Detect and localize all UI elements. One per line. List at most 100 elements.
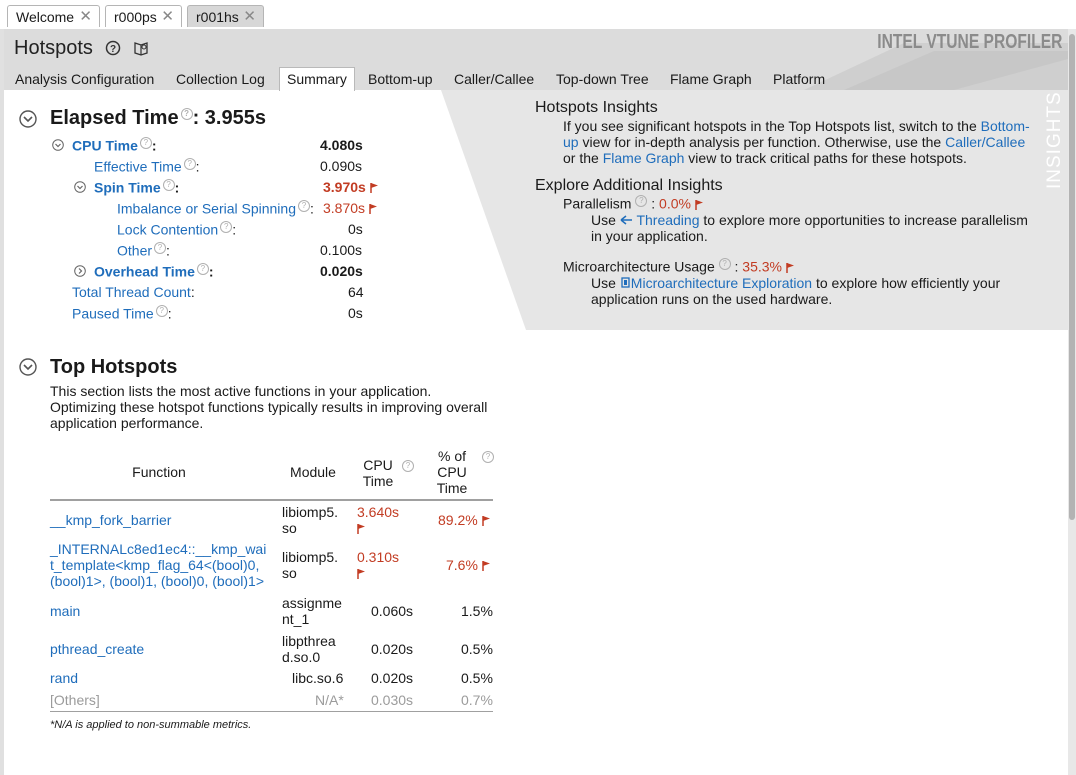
svg-text:?: ? (110, 44, 116, 55)
microarchitecture-link[interactable]: Microarchitecture Exploration (620, 275, 812, 291)
help-icon[interactable]: ? (183, 158, 196, 170)
caller-callee-link[interactable]: Caller/Callee (945, 134, 1025, 150)
function-link[interactable]: _INTERNALc8ed1ec4::__kmp_wai t_template<k… (50, 541, 266, 589)
metric-label[interactable]: Spin Time (94, 180, 161, 196)
vtune-logo: INTEL VTUNE PROFILER (876, 31, 1062, 53)
metric-label[interactable]: Effective Time (94, 159, 182, 175)
function-link[interactable]: __kmp_fork_barrier (50, 512, 171, 528)
tab-analysis-configuration[interactable]: Analysis Configuration (15, 69, 154, 90)
help-icon[interactable]: ? (105, 40, 121, 56)
help-icon[interactable]: ? (139, 137, 152, 149)
metric-label[interactable]: Paused Time (72, 306, 154, 322)
hotspots-insights-title: Hotspots Insights (535, 99, 658, 116)
pct-value: 89.2% (438, 512, 478, 528)
help-icon[interactable]: ? (482, 451, 494, 463)
metric-label[interactable]: CPU Time (72, 138, 138, 154)
parallelism-row: Parallelism ? : 0.0% (563, 195, 704, 212)
collapse-icon[interactable] (19, 110, 37, 128)
function-line: _INTERNALc8ed1ec4::__kmp_wai (50, 541, 267, 557)
metric-effective-time: Effective Time?: (94, 158, 200, 175)
metric-label[interactable]: Overhead Time (94, 264, 195, 280)
elapsed-value: : 3.955s (192, 107, 266, 129)
tab-r000ps[interactable]: r000ps ✕ (105, 5, 182, 27)
footnote: *N/A is applied to non-summable metrics. (50, 719, 252, 731)
module-cell: libc.so.6 (292, 670, 344, 686)
tab-caller-callee[interactable]: Caller/Callee (454, 69, 534, 90)
help-icon[interactable]: ? (718, 258, 731, 270)
function-link[interactable]: pthread_create (50, 641, 144, 657)
bottom-up-link[interactable]: Bottom- (981, 118, 1030, 134)
metric-colon: : (310, 200, 314, 217)
analysis-header: Hotspots ? INTEL VTUNE PROFILER Analysis… (4, 29, 1068, 91)
pct-cell: 0.5% (461, 641, 493, 657)
help-icon[interactable]: ? (180, 108, 193, 121)
pct-cell: 0.7% (461, 692, 493, 708)
metric-colon: : (190, 284, 195, 300)
insight-text: or the (563, 150, 603, 166)
insights-side-label: INSIGHTS (1044, 91, 1065, 189)
tab-bottom-up[interactable]: Bottom-up (368, 69, 433, 90)
insight-text: application runs on the used hardware. (591, 291, 833, 307)
close-icon[interactable]: ✕ (79, 6, 92, 28)
help-icon[interactable]: ? (155, 305, 168, 317)
metric-spin-time: Spin Time?: (94, 179, 179, 196)
tab-platform[interactable]: Platform (773, 69, 825, 90)
micro-value: 35.3% (742, 258, 782, 275)
metric-label[interactable]: Lock Contention (117, 222, 218, 238)
help-icon[interactable]: ? (635, 195, 648, 207)
parallelism-label: Parallelism (563, 195, 632, 212)
microarchitecture-advice: Use Microarchitecture Exploration to exp… (591, 275, 1000, 307)
collapse-icon[interactable] (19, 358, 37, 376)
help-icon[interactable]: ? (154, 242, 167, 254)
hotspots-insights-text: If you see significant hotspots in the T… (563, 118, 1030, 166)
help-icon[interactable]: ? (196, 263, 209, 275)
function-link[interactable]: main (50, 603, 80, 619)
module-cell: libiomp5. so (282, 549, 338, 581)
function-link[interactable]: rand (50, 670, 78, 686)
flag-icon (369, 183, 378, 194)
bottom-up-link[interactable]: up (563, 134, 579, 150)
pct-cell: 0.5% (461, 670, 493, 686)
metric-lock-contention: Lock Contention?: (117, 221, 236, 238)
parallelism-value: 0.0% (659, 195, 691, 212)
close-icon[interactable]: ✕ (243, 6, 256, 28)
cpu-time-cell: 3.640s (357, 504, 399, 536)
microarchitecture-row: Microarchitecture Usage ? : 35.3% (563, 258, 795, 275)
tab-summary[interactable]: Summary (279, 67, 355, 91)
close-icon[interactable]: ✕ (161, 6, 174, 28)
threading-link[interactable]: Threading (620, 212, 699, 228)
column-header-module[interactable]: Module (284, 464, 342, 480)
column-header-function[interactable]: Function (114, 464, 204, 480)
function-line: t_template<kmp_flag_64<(bool)0, (50, 557, 260, 573)
tab-label: r001hs (196, 9, 239, 25)
expand-icon[interactable] (74, 265, 86, 277)
help-icon[interactable]: ? (298, 200, 310, 212)
metric-label[interactable]: Imbalance or Serial Spinning (117, 201, 296, 217)
tab-top-down-tree[interactable]: Top-down Tree (556, 69, 649, 90)
help-icon[interactable]: ? (402, 460, 414, 472)
column-header-cpu-time[interactable]: CPU Time (356, 457, 400, 489)
tab-r001hs[interactable]: r001hs ✕ (187, 5, 264, 27)
book-icon[interactable] (133, 40, 149, 56)
help-icon[interactable]: ? (162, 179, 175, 191)
metric-value: 0.020s (320, 263, 363, 279)
tab-flame-graph[interactable]: Flame Graph (670, 69, 752, 90)
column-header-pct-cpu-time[interactable]: % of CPU Time (430, 448, 474, 496)
flame-graph-link[interactable]: Flame Graph (603, 150, 685, 166)
metric-colon: : (166, 242, 170, 259)
tab-collection-log[interactable]: Collection Log (176, 69, 265, 90)
tab-welcome[interactable]: Welcome ✕ (7, 5, 100, 27)
collapse-icon[interactable] (52, 139, 64, 151)
page-title: Hotspots (14, 37, 93, 59)
description-line: This section lists the most active funct… (50, 383, 432, 399)
collapse-icon[interactable] (74, 181, 86, 193)
table-bottom-divider (50, 711, 493, 712)
metric-label[interactable]: Other (117, 243, 152, 259)
scrollbar-thumb[interactable] (1069, 34, 1075, 520)
metric-other: Other?: (117, 242, 170, 259)
pct-cell: 1.5% (461, 603, 493, 619)
parallelism-advice: Use Threading to explore more opportunit… (591, 212, 1028, 244)
help-icon[interactable]: ? (220, 221, 233, 233)
metric-label[interactable]: Total Thread Count (72, 284, 191, 300)
cpu-value: 3.640s (357, 504, 400, 520)
